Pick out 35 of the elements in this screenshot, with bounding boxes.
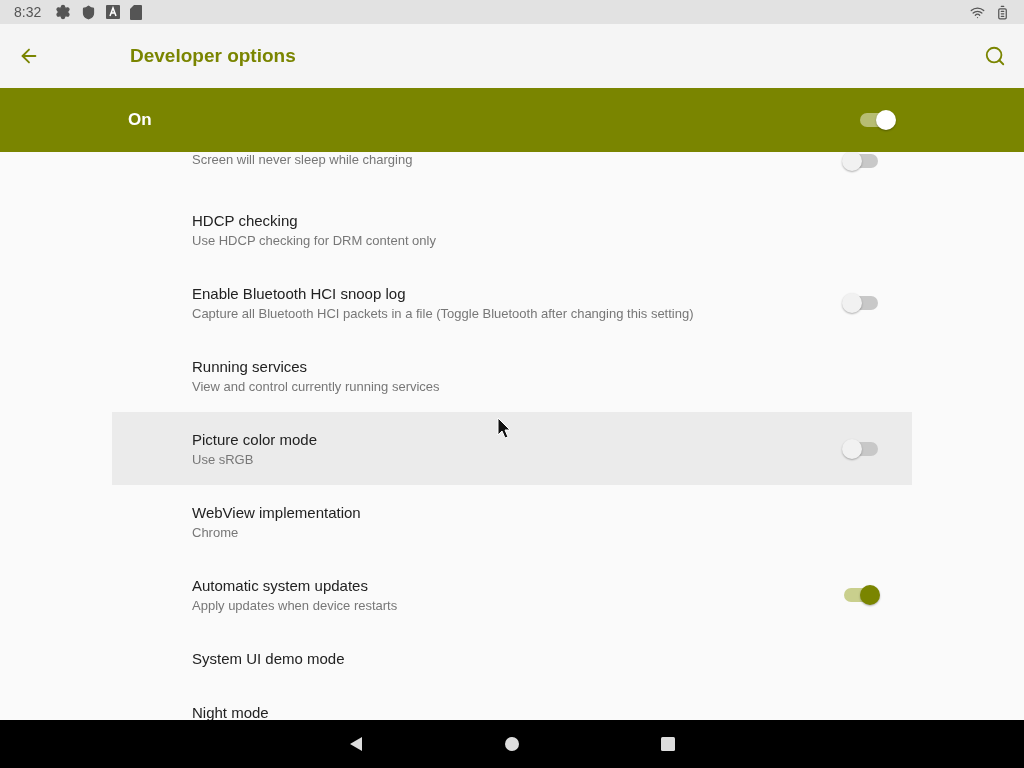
master-switch[interactable] bbox=[860, 113, 894, 127]
toggle-switch[interactable] bbox=[844, 295, 878, 310]
toggle-switch[interactable] bbox=[844, 154, 878, 168]
gear-icon bbox=[55, 4, 72, 20]
setting-summary: Apply updates when device restarts bbox=[192, 597, 399, 613]
wifi-icon bbox=[970, 4, 985, 20]
toggle-switch[interactable] bbox=[844, 441, 878, 456]
setting-title: HDCP checking bbox=[192, 211, 299, 229]
back-nav-button[interactable] bbox=[348, 736, 364, 752]
setting-row[interactable]: Picture color mode Use sRGB bbox=[112, 412, 912, 485]
setting-summary: View and control currently running services bbox=[192, 378, 441, 394]
setting-title: Running services bbox=[192, 357, 309, 375]
setting-title: Automatic system updates bbox=[192, 576, 369, 594]
battery-icon bbox=[995, 4, 1010, 20]
setting-summary: Screen will never sleep while charging bbox=[192, 152, 414, 167]
setting-summary: Capture all Bluetooth HCI packets in a file (Toggle Bluetooth after changing this setting) bbox=[192, 305, 695, 321]
setting-title: Picture color mode bbox=[192, 430, 319, 448]
sd-card-icon bbox=[130, 4, 143, 20]
search-button[interactable] bbox=[984, 45, 1006, 67]
toggle-switch[interactable] bbox=[844, 587, 878, 602]
setting-title: Night mode bbox=[192, 703, 270, 720]
letter-icon bbox=[106, 5, 121, 19]
page-title: Developer options bbox=[130, 45, 297, 67]
setting-title: System UI demo mode bbox=[192, 649, 346, 667]
setting-title: Enable Bluetooth HCI snoop log bbox=[192, 284, 407, 302]
setting-summary: Chrome bbox=[192, 524, 240, 540]
cursor-icon bbox=[497, 417, 511, 439]
shield-icon bbox=[81, 4, 97, 20]
setting-summary: Use HDCP checking for DRM content only bbox=[192, 232, 437, 248]
clock: 8:32 bbox=[14, 4, 42, 20]
switch-label: On bbox=[128, 110, 152, 130]
setting-title: WebView implementation bbox=[192, 503, 362, 521]
recents-nav-button[interactable] bbox=[660, 736, 676, 752]
setting-summary: Use sRGB bbox=[192, 451, 255, 467]
home-nav-button[interactable] bbox=[504, 736, 520, 752]
